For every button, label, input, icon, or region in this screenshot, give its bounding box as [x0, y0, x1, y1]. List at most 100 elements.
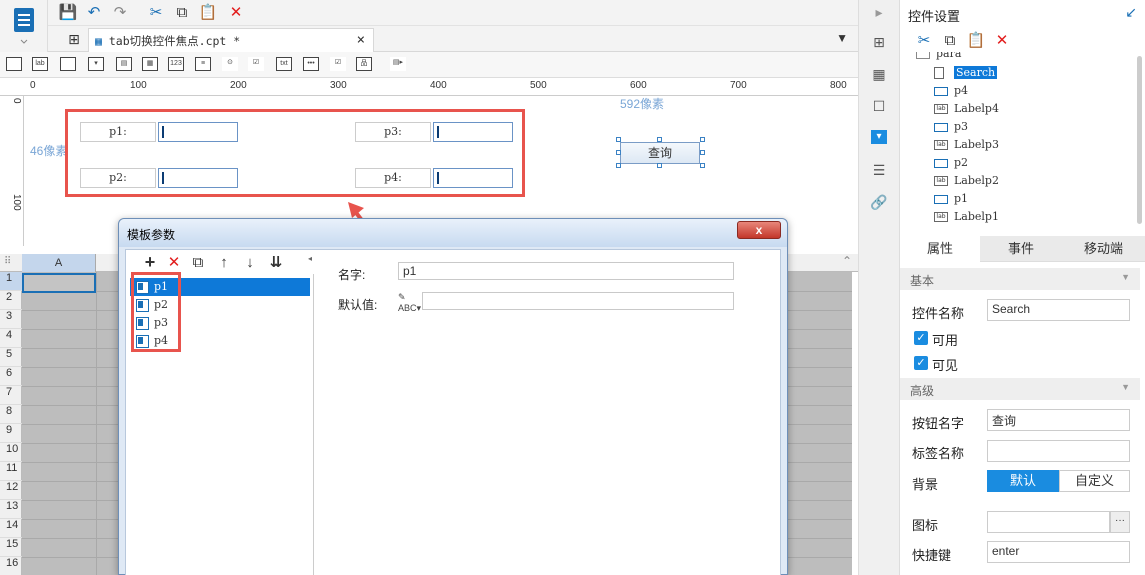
tab-mobile[interactable]: 移动端: [1062, 236, 1145, 262]
row-number[interactable]: 11: [0, 462, 22, 481]
section-advanced[interactable]: 高级 ▼: [900, 378, 1140, 400]
row-number[interactable]: 10: [0, 443, 22, 462]
calendar-widget-icon[interactable]: ▦: [142, 57, 158, 71]
row-number[interactable]: 8: [0, 405, 22, 424]
select-all-icon[interactable]: ⠿: [4, 256, 11, 267]
tab-document[interactable]: ▦ tab切换控件焦点.cpt * ×: [88, 28, 374, 52]
resize-handle[interactable]: [616, 137, 621, 142]
name-input[interactable]: p1: [398, 262, 734, 280]
tree-node-labelp2[interactable]: lab Labelp2: [934, 173, 999, 189]
widget-settings-icon[interactable]: ▾: [871, 130, 887, 144]
icon-browse-button[interactable]: ···: [1110, 511, 1130, 533]
checkbox-group-icon[interactable]: ☑: [248, 57, 264, 71]
section-basic[interactable]: 基本 ▼: [900, 268, 1140, 290]
tree-node-para[interactable]: para: [916, 52, 961, 62]
dialog-title-bar[interactable]: 模板参数 x: [119, 219, 787, 247]
date-widget-icon[interactable]: ▤: [116, 57, 132, 71]
button-widget-icon[interactable]: [60, 57, 76, 71]
tab-properties[interactable]: 属性: [900, 236, 980, 262]
copy-icon[interactable]: ⧉: [940, 30, 960, 50]
checkbox-widget-icon[interactable]: ☑: [330, 57, 346, 71]
move-down-icon[interactable]: ↓: [240, 252, 260, 272]
label-widget-icon[interactable]: lab: [32, 57, 48, 71]
tree-node-labelp4[interactable]: lab Labelp4: [934, 101, 999, 117]
grid-icon[interactable]: ⊞: [64, 29, 84, 49]
tree-node-labelp3[interactable]: lab Labelp3: [934, 137, 999, 153]
row-number[interactable]: 14: [0, 519, 22, 538]
copy-param-icon[interactable]: ⧉: [188, 252, 208, 272]
default-value-input[interactable]: [422, 292, 734, 310]
row-number[interactable]: 12: [0, 481, 22, 500]
number-widget-icon[interactable]: 123: [168, 57, 184, 71]
save-icon[interactable]: 💾: [58, 2, 78, 22]
tree-node-p3[interactable]: p3: [934, 119, 968, 135]
button-name-input[interactable]: 查询: [987, 409, 1130, 431]
resize-handle[interactable]: [700, 150, 705, 155]
paste-icon[interactable]: 📋: [198, 2, 218, 22]
tree-node-search[interactable]: Search: [934, 65, 998, 81]
tag-name-input[interactable]: [987, 440, 1130, 462]
cell-a1[interactable]: [22, 273, 96, 293]
icon-input[interactable]: [987, 511, 1110, 533]
row-number[interactable]: 13: [0, 500, 22, 519]
control-name-input[interactable]: Search: [987, 299, 1130, 321]
frame-icon[interactable]: ☐: [869, 98, 889, 118]
bg-default-button[interactable]: 默认: [987, 470, 1059, 492]
app-logo-icon[interactable]: [0, 0, 48, 52]
bg-custom-button[interactable]: 自定义: [1059, 470, 1130, 492]
copy-icon[interactable]: ⧉: [172, 2, 192, 22]
row-number[interactable]: 9: [0, 424, 22, 443]
tree-node-p4[interactable]: p4: [934, 83, 968, 99]
row-number[interactable]: 4: [0, 329, 22, 348]
dialog-close-button[interactable]: x: [737, 221, 781, 239]
tree-widget-icon[interactable]: 品: [356, 57, 372, 71]
link-icon[interactable]: 🔗: [869, 194, 889, 214]
cut-icon[interactable]: ✂: [914, 30, 934, 50]
layout-icon[interactable]: ⊞: [869, 34, 889, 54]
delete-icon[interactable]: ✕: [226, 2, 246, 22]
row-number[interactable]: 1: [0, 272, 22, 291]
redo-icon[interactable]: ↷: [110, 2, 130, 22]
combobox-widget-icon[interactable]: ▾: [88, 57, 104, 71]
row-number[interactable]: 7: [0, 386, 22, 405]
row-number[interactable]: 5: [0, 348, 22, 367]
sort-icon[interactable]: ⇊: [266, 252, 286, 272]
delete-param-icon[interactable]: ✕: [164, 252, 184, 272]
row-number[interactable]: 3: [0, 310, 22, 329]
app-menu[interactable]: [0, 0, 48, 52]
scroll-up-icon[interactable]: ⌃: [842, 254, 852, 268]
resize-handle[interactable]: [616, 150, 621, 155]
cell-attr-icon[interactable]: ☰: [869, 162, 889, 182]
query-button[interactable]: 查询: [620, 142, 700, 164]
add-param-icon[interactable]: +: [140, 252, 160, 272]
delete-icon[interactable]: ✕: [992, 30, 1012, 50]
dock-icon[interactable]: ↙: [1125, 4, 1137, 21]
enabled-checkbox[interactable]: ✓: [914, 331, 928, 345]
undo-icon[interactable]: ↶: [84, 2, 104, 22]
textfield-widget-icon[interactable]: [6, 57, 22, 71]
visible-checkbox[interactable]: ✓: [914, 356, 928, 370]
textarea-widget-icon[interactable]: ≡: [195, 57, 211, 71]
resize-handle[interactable]: [657, 137, 662, 142]
move-up-icon[interactable]: ↑: [214, 252, 234, 272]
tree-node-labelp1[interactable]: lab Labelp1: [934, 209, 999, 225]
tab-menu-icon[interactable]: ▼: [836, 31, 848, 45]
row-number[interactable]: 6: [0, 367, 22, 386]
row-number[interactable]: 16: [0, 557, 22, 575]
formula-icon[interactable]: ✎ ABC▾: [398, 292, 421, 314]
tree-node-p2[interactable]: p2: [934, 155, 968, 171]
password-widget-icon[interactable]: •••: [303, 57, 319, 71]
resize-handle[interactable]: [700, 163, 705, 168]
close-tab-icon[interactable]: ×: [357, 32, 365, 48]
tab-events[interactable]: 事件: [980, 236, 1062, 262]
widget-library-icon[interactable]: ▦: [869, 66, 889, 86]
hotkey-input[interactable]: enter: [987, 541, 1130, 563]
paste-icon[interactable]: 📋: [966, 30, 986, 50]
expand-icon[interactable]: ▸: [869, 4, 889, 24]
row-number[interactable]: 2: [0, 291, 22, 310]
resize-handle[interactable]: [657, 163, 662, 168]
tree-node-p1[interactable]: p1: [934, 191, 968, 207]
more-widgets-icon[interactable]: ▤▸: [390, 57, 406, 71]
text-widget-icon[interactable]: txt: [276, 57, 292, 71]
collapse-icon[interactable]: ◂: [308, 254, 312, 263]
